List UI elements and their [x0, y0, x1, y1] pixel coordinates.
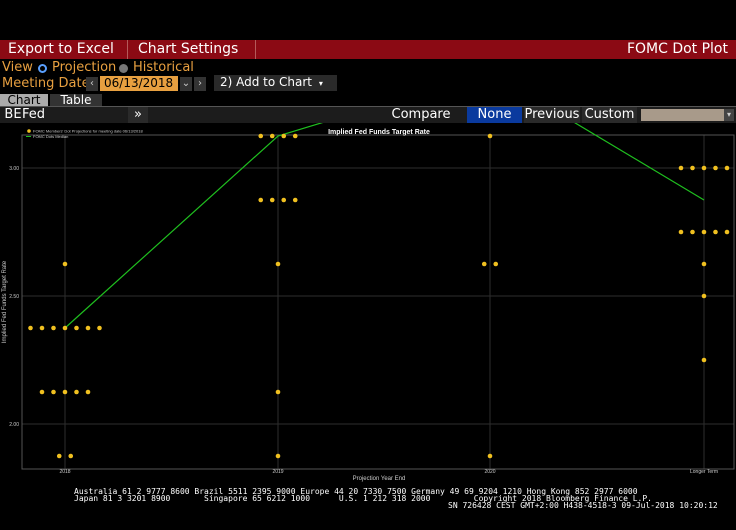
projection-dot [275, 453, 281, 459]
projection-dot [258, 133, 264, 139]
projection-dot [51, 325, 56, 331]
projection-dot [678, 165, 684, 171]
projection-dot [62, 325, 68, 331]
projection-dot [701, 165, 707, 171]
meeting-date-label: Meeting Date [2, 76, 90, 91]
projection-dot [281, 133, 287, 139]
page-title: FOMC Dot Plot [626, 41, 728, 57]
projection-dot [690, 165, 695, 171]
legend-dot-icon [27, 129, 31, 133]
projection-dot [690, 229, 695, 235]
projection-dot [281, 197, 287, 203]
export-excel-button[interactable]: Export to Excel [0, 40, 128, 59]
x-tick-label: 2020 [484, 469, 495, 475]
projection-dot [62, 261, 68, 267]
custom-date-input[interactable] [641, 109, 724, 121]
x-tick-label: 2019 [272, 469, 283, 475]
projection-dot [292, 133, 298, 139]
function-toolbar: Export to Excel Chart Settings FOMC Dot … [0, 40, 736, 59]
projection-dot [701, 229, 707, 235]
chart-settings-button[interactable]: Chart Settings [130, 40, 256, 59]
projection-dot [493, 261, 499, 267]
compare-previous-button[interactable]: Previous [524, 107, 580, 123]
projection-dot [275, 389, 281, 395]
y-tick-label: 2.50 [9, 294, 19, 300]
footer: Australia 61 2 9777 8600 Brazil 5511 239… [0, 484, 736, 530]
be-prefix: BE [4, 107, 22, 122]
projection-dot [713, 165, 718, 171]
legend-dots-label: FOMC Members' Dot Projections for meetin… [33, 129, 143, 134]
projection-dot [56, 453, 62, 459]
projection-dot [724, 165, 730, 171]
historical-label[interactable]: Historical [133, 60, 194, 75]
projection-dot [701, 357, 707, 363]
add-to-chart-button[interactable]: 2) Add to Chart ▾ [214, 75, 337, 91]
y-axis-label: Implied Fed Funds Target Rate [2, 260, 8, 343]
compare-with-label: Compare with [391, 107, 451, 138]
x-tick-label: 2018 [59, 469, 70, 475]
projection-dot [724, 229, 730, 235]
view-label: View [2, 60, 33, 75]
projection-dot [487, 133, 493, 139]
x-axis-label: Projection Year End [353, 476, 406, 482]
dot-plot-chart: Implied Fed Funds Target Rate FOMC Membe… [0, 123, 736, 483]
compare-none-button[interactable]: None [467, 107, 522, 123]
projection-dot [68, 453, 74, 459]
projection-dot [74, 389, 79, 395]
projection-dot [258, 197, 264, 203]
compare-custom-button[interactable]: Custom [582, 107, 637, 123]
projection-dot [269, 133, 275, 139]
projection-dot [28, 325, 33, 331]
projection-dot [269, 197, 275, 203]
y-tick-label: 3.00 [9, 166, 19, 172]
projection-dot [487, 453, 493, 459]
projection-dot [85, 325, 91, 331]
projection-dot [481, 261, 487, 267]
next-date-button[interactable]: › [194, 77, 206, 91]
add-to-chart-label: 2) Add to Chart [220, 75, 313, 89]
custom-dropdown-icon[interactable]: ▾ [724, 109, 734, 121]
chart-background [0, 123, 736, 483]
projection-radio[interactable] [38, 64, 47, 73]
dropdown-caret-icon: ▾ [318, 79, 323, 88]
fed-spectrometer-label[interactable]: Fed Spectrometer [22, 107, 124, 138]
projection-dot [74, 325, 79, 331]
date-dropdown-button[interactable]: ⌄ [180, 77, 192, 91]
projection-dot [678, 229, 684, 235]
projection-dot [701, 293, 707, 299]
legend-median-label: FOMC Dots Median [33, 134, 68, 139]
historical-radio[interactable] [119, 64, 128, 73]
y-tick-label: 2.00 [9, 422, 19, 428]
projection-dot [39, 325, 45, 331]
projection-dot [713, 229, 718, 235]
expand-arrow-icon[interactable]: » [128, 107, 148, 123]
prev-date-button[interactable]: ‹ [86, 77, 98, 91]
projection-dot [39, 389, 45, 395]
meeting-date-input[interactable]: 06/13/2018 [100, 76, 178, 91]
x-tick-label: Longer Term [690, 469, 718, 475]
projection-dot [97, 325, 102, 331]
projection-label[interactable]: Projection [52, 60, 116, 75]
projection-dot [62, 389, 68, 395]
projection-dot [51, 389, 56, 395]
projection-dot [85, 389, 91, 395]
projection-dot [275, 261, 281, 267]
projection-dot [292, 197, 298, 203]
projection-dot [701, 261, 707, 267]
footer-session-line: SN 726428 CEST GMT+2:00 H438-4518-3 09-J… [448, 501, 718, 510]
compare-toolbar: BE Fed Spectrometer » Compare with None … [0, 107, 736, 138]
chart-title: Implied Fed Funds Target Rate [328, 129, 430, 136]
